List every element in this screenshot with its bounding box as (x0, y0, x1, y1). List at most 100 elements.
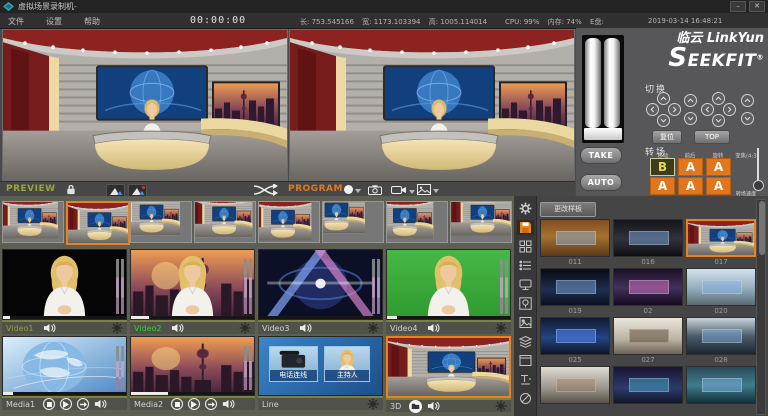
media1-scrub-bar[interactable] (3, 392, 126, 395)
reset-button[interactable]: 复位 (652, 130, 682, 144)
scene-item-row4-2[interactable] (613, 366, 683, 414)
scene-item-row4-3[interactable] (686, 366, 756, 414)
menu-settings[interactable]: 设置 (46, 16, 62, 27)
angle-thumb-3[interactable] (130, 201, 192, 243)
scene-item-019[interactable]: 019 (540, 268, 610, 316)
video4-speaker-icon[interactable] (427, 323, 440, 333)
scene-item-row4-1[interactable] (540, 366, 610, 414)
transition-swap-icon[interactable] (252, 184, 278, 196)
video3-scrub-bar[interactable] (259, 316, 382, 319)
move-down-button[interactable] (657, 114, 670, 127)
angle-thumb-6[interactable] (322, 201, 384, 243)
rotate-down-button[interactable] (712, 114, 725, 127)
transition-button-a5[interactable]: A (706, 177, 731, 195)
move-left-button[interactable] (646, 103, 659, 116)
line-viewport[interactable]: 电话连线 主持人 (258, 336, 383, 396)
video2-gear-icon[interactable] (239, 322, 251, 334)
video4-viewport[interactable] (386, 249, 511, 320)
source-3d[interactable]: 3D (386, 336, 511, 412)
snapshot-camera-icon[interactable] (368, 185, 382, 195)
monitor-icon[interactable] (517, 277, 534, 292)
angle-thumb-7[interactable] (386, 201, 448, 243)
scene-item-020[interactable]: 020 (686, 268, 756, 316)
dolly-back-button[interactable] (684, 112, 697, 125)
scene-item-02[interactable]: 02 (613, 268, 683, 316)
video1-scrub-bar[interactable] (3, 316, 126, 319)
transition-button-a2[interactable]: A (706, 158, 731, 176)
angle-thumb-2-selected[interactable] (66, 201, 130, 245)
transition-button-a1[interactable]: A (678, 158, 703, 176)
text-tool-icon[interactable] (517, 372, 534, 387)
scene-item-011[interactable]: 011 (540, 219, 610, 267)
angle-thumb-1[interactable] (2, 201, 64, 243)
scene-item-027[interactable]: 027 (613, 317, 683, 365)
take-button[interactable]: TAKE (580, 147, 622, 164)
t-bar-fader[interactable] (582, 35, 624, 143)
change-template-button[interactable]: 更改样板 (540, 202, 596, 217)
angle-thumb-4[interactable] (194, 201, 256, 243)
video1-viewport[interactable] (2, 249, 127, 320)
media2-scrub-bar[interactable] (131, 392, 254, 395)
video1-gear-icon[interactable] (111, 322, 123, 334)
video3-speaker-icon[interactable] (299, 323, 312, 333)
threed-folder-button[interactable] (409, 400, 422, 413)
media1-loop-button[interactable] (77, 398, 89, 410)
video2-speaker-icon[interactable] (171, 323, 184, 333)
record-icon[interactable] (344, 185, 361, 194)
rotate-right-button[interactable] (723, 103, 736, 116)
image-icon[interactable] (517, 315, 534, 330)
move-right-button[interactable] (668, 103, 681, 116)
source-media1[interactable]: Media1 (2, 336, 127, 410)
layout-grid-icon[interactable] (517, 239, 534, 254)
threed-gear-icon[interactable] (495, 400, 507, 412)
rotate-left-button[interactable] (701, 103, 714, 116)
source-video4[interactable]: Video4 (386, 249, 511, 334)
menu-help[interactable]: 帮助 (84, 16, 100, 27)
media2-loop-button[interactable] (205, 398, 217, 410)
threed-viewport[interactable] (386, 336, 511, 398)
threed-speaker-icon[interactable] (427, 401, 440, 411)
video2-viewport[interactable] (130, 249, 255, 320)
media2-speaker-icon[interactable] (222, 399, 235, 409)
scene-item-025[interactable]: 025 (540, 317, 610, 365)
angle-thumb-8[interactable] (450, 201, 512, 243)
menu-file[interactable]: 文件 (8, 16, 24, 27)
media1-stop-button[interactable] (43, 398, 55, 410)
video3-viewport[interactable] (258, 249, 383, 320)
transition-button-b[interactable]: B (650, 158, 675, 176)
scene-item-016[interactable]: 016 (613, 219, 683, 267)
transition-button-a4[interactable]: A (678, 177, 703, 195)
rotate-up-button[interactable] (712, 92, 725, 105)
close-button[interactable]: ✕ (749, 1, 765, 12)
bulb-icon[interactable] (517, 296, 534, 311)
camcorder-icon[interactable] (391, 185, 415, 195)
video4-gear-icon[interactable] (495, 322, 507, 334)
angle-thumb-5[interactable] (258, 201, 320, 243)
media1-play-button[interactable] (60, 398, 72, 410)
settings-gear-icon[interactable] (517, 201, 534, 216)
minimize-button[interactable]: – (730, 1, 746, 12)
scene-scrollbar-thumb[interactable] (759, 201, 765, 255)
dolly-forward-button[interactable] (684, 94, 697, 107)
list-icon[interactable] (517, 258, 534, 273)
preview-monitor[interactable] (2, 29, 288, 182)
media2-play-button[interactable] (188, 398, 200, 410)
top-button[interactable]: TOP (694, 130, 730, 144)
block-icon[interactable] (517, 391, 534, 406)
source-video2[interactable]: Video2 (130, 249, 255, 334)
scene-item-017-selected[interactable]: 017 (686, 219, 756, 267)
source-video1[interactable]: Video1 (2, 249, 127, 334)
move-up-button[interactable] (657, 92, 670, 105)
video3-gear-icon[interactable] (367, 322, 379, 334)
media1-speaker-icon[interactable] (94, 399, 107, 409)
lock-icon[interactable] (66, 184, 76, 195)
source-line[interactable]: 电话连线 主持人 Line (258, 336, 383, 410)
video1-speaker-icon[interactable] (43, 323, 56, 333)
save-floppy-icon[interactable] (517, 220, 534, 235)
program-monitor[interactable] (289, 29, 575, 182)
window-icon[interactable] (517, 353, 534, 368)
transition-button-a3[interactable]: A (650, 177, 675, 195)
picture-icon[interactable] (417, 184, 439, 195)
zoom-in-button[interactable] (741, 94, 754, 107)
line-gear-icon[interactable] (367, 398, 379, 410)
